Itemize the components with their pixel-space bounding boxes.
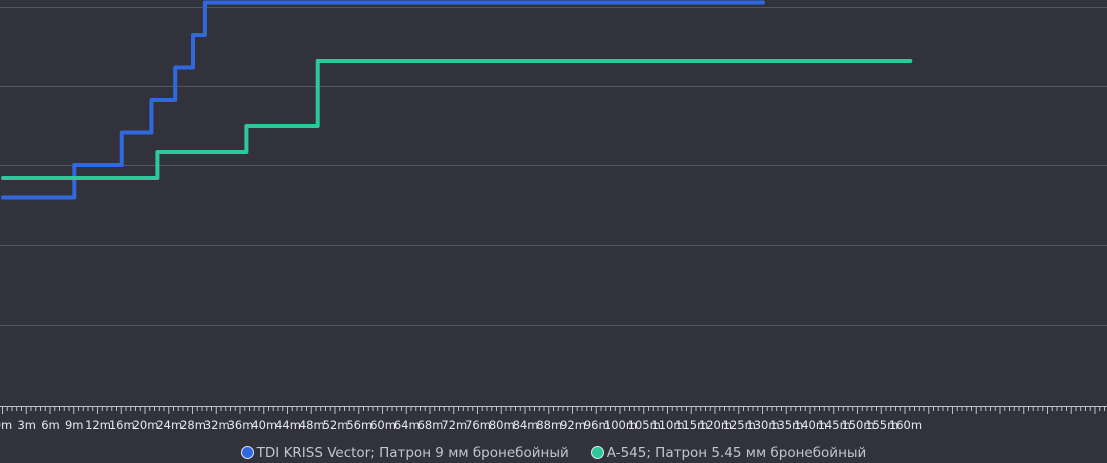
x-tick-label: 36m bbox=[228, 418, 254, 432]
series-line-1 bbox=[1, 59, 913, 180]
x-tick-label: 40m bbox=[251, 418, 277, 432]
damage-chart: 0m 3m 6m 9m12m16m20m24m28m32m36m40m44m48m52… bbox=[0, 0, 1107, 432]
x-tick-label: 160m bbox=[889, 418, 922, 432]
x-tick-label: 48m bbox=[299, 418, 325, 432]
legend-label-a545: A-545; Патрон 5.45 мм бронебойный bbox=[606, 444, 867, 461]
chart-container: 0m 3m 6m 9m12m16m20m24m28m32m36m40m44m48m52… bbox=[0, 0, 1107, 463]
x-tick-label: 92m bbox=[560, 418, 586, 432]
x-tick-label: 24m bbox=[156, 418, 182, 432]
x-tick-label: 9m bbox=[65, 418, 84, 432]
x-tick-label: 44m bbox=[275, 418, 301, 432]
x-tick-label: 6m bbox=[41, 418, 60, 432]
x-tick-label: 16m bbox=[109, 418, 135, 432]
x-tick-label: 32m bbox=[204, 418, 230, 432]
legend-item-kriss-vector[interactable]: TDI KRISS Vector; Патрон 9 мм бронебойны… bbox=[240, 444, 569, 461]
x-tick-label: 12m bbox=[85, 418, 111, 432]
x-tick-label: 3m bbox=[17, 418, 36, 432]
x-tick-label: 56m bbox=[346, 418, 372, 432]
x-tick-label: 28m bbox=[180, 418, 206, 432]
x-tick-label: 88m bbox=[536, 418, 562, 432]
x-tick-label: 64m bbox=[394, 418, 420, 432]
legend: TDI KRISS Vector; Патрон 9 мм бронебойны… bbox=[0, 442, 1107, 463]
legend-item-a545[interactable]: A-545; Патрон 5.45 мм бронебойный bbox=[590, 444, 867, 461]
x-tick-label: 72m bbox=[441, 418, 467, 432]
series-lines bbox=[1, 0, 913, 200]
x-tick-label: 80m bbox=[489, 418, 515, 432]
grid-lines bbox=[0, 7, 1107, 326]
x-tick-label: 60m bbox=[370, 418, 396, 432]
x-tick-label: 0m bbox=[0, 418, 12, 432]
x-tick-label: 52m bbox=[323, 418, 349, 432]
x-axis: 0m 3m 6m 9m12m16m20m24m28m32m36m40m44m48m52… bbox=[0, 406, 1107, 432]
x-tick-label: 68m bbox=[418, 418, 444, 432]
legend-swatch-kriss-vector bbox=[240, 446, 254, 459]
x-tick-label: 76m bbox=[465, 418, 491, 432]
x-tick-label: 20m bbox=[133, 418, 159, 432]
x-tick-label: 84m bbox=[513, 418, 539, 432]
series-line-0 bbox=[1, 0, 765, 200]
legend-label-kriss-vector: TDI KRISS Vector; Патрон 9 мм бронебойны… bbox=[256, 444, 569, 461]
legend-swatch-a545 bbox=[590, 446, 604, 459]
